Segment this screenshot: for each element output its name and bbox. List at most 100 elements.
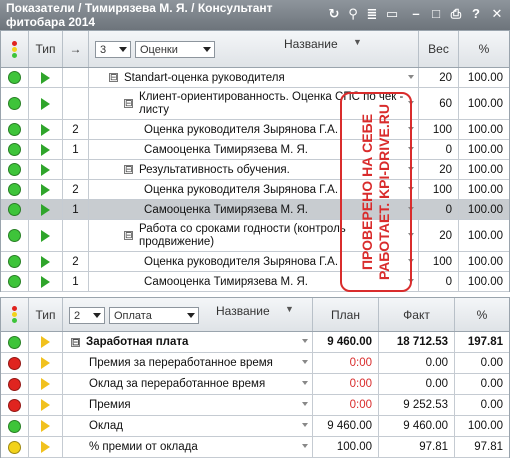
type-cell[interactable] xyxy=(29,353,63,373)
name-cell[interactable]: Премия за переработанное время xyxy=(63,353,313,373)
weight-cell[interactable]: 60 xyxy=(419,88,459,119)
table-row[interactable]: Оклад за переработанное время 0:00 0.00 0.0… xyxy=(1,374,509,395)
search-icon[interactable]: ⚲ xyxy=(345,6,361,22)
level-select[interactable]: 2 xyxy=(69,307,105,324)
refresh-icon[interactable]: ↻ xyxy=(326,6,342,22)
fact-column-header[interactable]: Факт xyxy=(379,298,455,331)
weight-cell[interactable]: 20 xyxy=(419,68,459,87)
help-icon[interactable]: ? xyxy=(468,6,484,22)
table-row[interactable]: 1 Самооценка Тимирязева М. Я. 0 100.00 xyxy=(1,200,509,220)
table-row[interactable]: 2 Оценка руководителя Зырянова Г.А. 100 100… xyxy=(1,120,509,140)
minimize-icon[interactable]: – xyxy=(408,6,424,22)
plan-cell[interactable]: 9 460.00 xyxy=(313,416,379,436)
play-icon[interactable] xyxy=(41,378,50,390)
chevron-down-icon[interactable] xyxy=(408,74,414,79)
weight-cell[interactable]: 0 xyxy=(419,140,459,159)
play-icon[interactable] xyxy=(41,183,50,196)
plan-column-header[interactable]: План xyxy=(313,298,379,331)
weight-cell[interactable]: 20 xyxy=(419,160,459,179)
name-header-label[interactable]: Название xyxy=(284,37,338,51)
name-cell[interactable]: % премии от оклада xyxy=(63,437,313,457)
percent-column-header[interactable]: % xyxy=(459,31,509,67)
table-row[interactable]: Оклад 9 460.00 9 460.00 100.00 xyxy=(1,416,509,437)
table-row[interactable]: Премия 0:00 9 252.53 0.00 xyxy=(1,395,509,416)
type-cell[interactable] xyxy=(29,437,63,457)
weight-cell[interactable]: 0 xyxy=(419,200,459,219)
play-icon[interactable] xyxy=(41,229,50,242)
plan-cell[interactable]: 0:00 xyxy=(313,395,379,415)
play-icon[interactable] xyxy=(41,123,50,136)
table-row[interactable]: ⊟ Заработная плата 9 460.00 18 712.53 197.81 xyxy=(1,332,509,353)
collapse-icon[interactable]: ⊟ xyxy=(124,165,133,174)
chevron-down-icon[interactable] xyxy=(302,402,308,406)
collapse-icon[interactable]: ⊟ xyxy=(109,73,118,82)
play-icon[interactable] xyxy=(41,275,50,288)
list-icon[interactable]: ≣ xyxy=(364,6,380,22)
name-cell[interactable]: Оклад xyxy=(63,416,313,436)
play-icon[interactable] xyxy=(41,143,50,156)
chevron-down-icon[interactable] xyxy=(302,423,308,427)
type-cell[interactable] xyxy=(29,88,63,119)
chevron-down-icon[interactable] xyxy=(302,339,308,343)
name-cell[interactable]: ⊟ Standart-оценка руководителя xyxy=(89,68,419,87)
play-icon[interactable] xyxy=(41,399,50,411)
table-row[interactable]: 2 Оценка руководителя Зырянова Г.А. 100 100… xyxy=(1,180,509,200)
maximize-icon[interactable]: □ xyxy=(428,6,444,22)
print-icon[interactable]: ⎙ xyxy=(448,6,464,22)
type-cell[interactable] xyxy=(29,140,63,159)
name-cell[interactable]: ⊟ Заработная плата xyxy=(63,332,313,352)
table-row[interactable]: 2 Оценка руководителя Зырянова Г.А. 100 100… xyxy=(1,252,509,272)
filter-select[interactable]: Оценки xyxy=(135,41,215,58)
level-select[interactable]: 3 xyxy=(95,41,131,58)
chevron-down-icon[interactable] xyxy=(302,381,308,385)
type-cell[interactable] xyxy=(29,395,63,415)
plan-cell[interactable]: 9 460.00 xyxy=(313,332,379,352)
play-icon[interactable] xyxy=(41,441,50,453)
close-icon[interactable]: ✕ xyxy=(489,6,505,22)
table-row[interactable]: ⊟ Работа со сроками годности (контроль пр… xyxy=(1,220,509,252)
type-cell[interactable] xyxy=(29,160,63,179)
percent-column-header[interactable]: % xyxy=(455,298,509,331)
weight-cell[interactable]: 100 xyxy=(419,252,459,271)
collapse-icon[interactable]: ⊟ xyxy=(124,231,133,240)
play-icon[interactable] xyxy=(41,163,50,176)
table-row[interactable]: 1 Самооценка Тимирязева М. Я. 0 100.00 xyxy=(1,272,509,292)
type-cell[interactable] xyxy=(29,374,63,394)
table-row[interactable]: % премии от оклада 100.00 97.81 97.81 xyxy=(1,437,509,458)
type-cell[interactable] xyxy=(29,252,63,271)
type-cell[interactable] xyxy=(29,180,63,199)
type-cell[interactable] xyxy=(29,332,63,352)
table-row[interactable]: ⊟ Результативность обучения. 20 100.00 xyxy=(1,160,509,180)
name-cell[interactable]: Оклад за переработанное время xyxy=(63,374,313,394)
arrow-column-header[interactable]: → xyxy=(63,31,89,67)
play-icon[interactable] xyxy=(41,203,50,216)
calendar-icon[interactable]: ▭ xyxy=(384,6,400,22)
weight-cell[interactable]: 100 xyxy=(419,120,459,139)
collapse-icon[interactable]: ⊟ xyxy=(124,99,133,108)
plan-cell[interactable]: 0:00 xyxy=(313,374,379,394)
type-cell[interactable] xyxy=(29,416,63,436)
table-row[interactable]: 1 Самооценка Тимирязева М. Я. 0 100.00 xyxy=(1,140,509,160)
type-column-header[interactable]: Тип xyxy=(29,298,63,331)
sort-icon[interactable]: ▼ xyxy=(353,37,362,47)
type-cell[interactable] xyxy=(29,272,63,291)
play-icon[interactable] xyxy=(41,71,50,84)
weight-cell[interactable]: 100 xyxy=(419,180,459,199)
filter-select[interactable]: Оплата xyxy=(109,307,199,324)
chevron-down-icon[interactable] xyxy=(302,360,308,364)
play-icon[interactable] xyxy=(41,336,50,348)
play-icon[interactable] xyxy=(41,255,50,268)
type-cell[interactable] xyxy=(29,200,63,219)
table-row[interactable]: Премия за переработанное время 0:00 0.00 0.… xyxy=(1,353,509,374)
play-icon[interactable] xyxy=(41,357,50,369)
table-row[interactable]: ⊟ Клиент-ориентированность. Оценка СПС по… xyxy=(1,88,509,120)
name-cell[interactable]: Премия xyxy=(63,395,313,415)
chevron-down-icon[interactable] xyxy=(302,444,308,448)
type-column-header[interactable]: Тип xyxy=(29,31,63,67)
table-row[interactable]: ⊟ Standart-оценка руководителя 20 100.00 xyxy=(1,68,509,88)
play-icon[interactable] xyxy=(41,97,50,110)
weight-cell[interactable]: 0 xyxy=(419,272,459,291)
play-icon[interactable] xyxy=(41,420,50,432)
weight-column-header[interactable]: Вес xyxy=(419,31,459,67)
plan-cell[interactable]: 100.00 xyxy=(313,437,379,457)
